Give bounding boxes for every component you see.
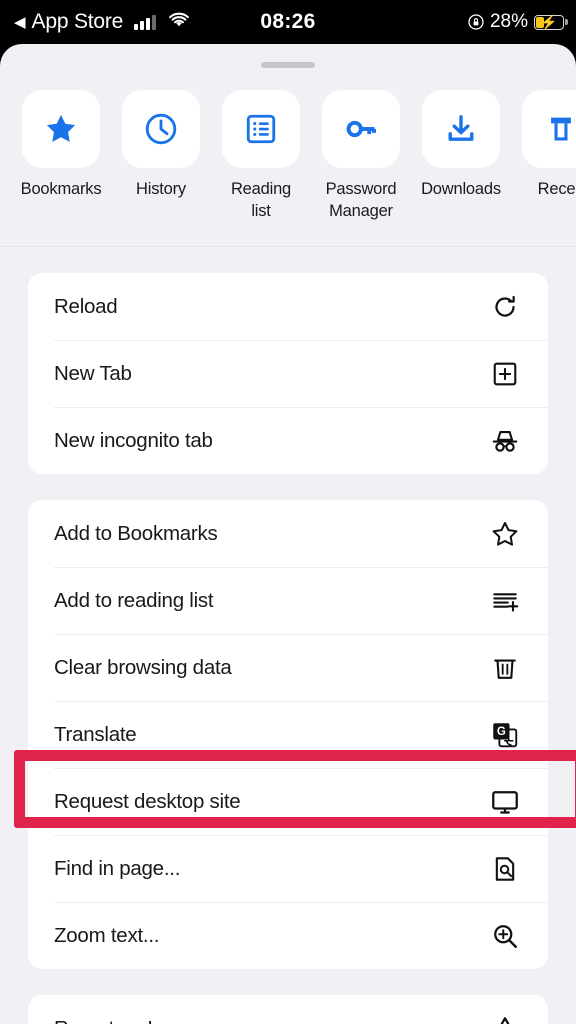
add-to-list-icon bbox=[488, 584, 522, 618]
shortcut-history[interactable]: History bbox=[122, 90, 200, 201]
shortcut-password-manager[interactable]: Password Manager bbox=[322, 90, 400, 223]
zoom-in-icon bbox=[488, 919, 522, 953]
clock-icon bbox=[122, 90, 200, 168]
find-in-page-icon bbox=[488, 852, 522, 886]
svg-text:G: G bbox=[497, 726, 506, 738]
menu-item-translate[interactable]: Translate G bbox=[28, 701, 548, 768]
menu-group-2: Add to Bookmarks Add to reading list Cle… bbox=[28, 500, 548, 969]
shortcut-label: Password Manager bbox=[325, 180, 397, 220]
menu-item-new-tab[interactable]: New Tab bbox=[28, 340, 548, 407]
section-divider bbox=[0, 246, 576, 247]
list-square-icon bbox=[222, 90, 300, 168]
menu-list: Reload New Tab New incognito tab Add to … bbox=[0, 273, 576, 1024]
menu-item-label: Report an Issue bbox=[54, 1017, 195, 1024]
menu-item-report-an-issue[interactable]: Report an Issue MySchoolGist.Com bbox=[28, 995, 548, 1024]
shortcut-label: Downloads bbox=[421, 180, 501, 198]
menu-item-label: New Tab bbox=[54, 361, 132, 385]
menu-item-new-incognito-tab[interactable]: New incognito tab bbox=[28, 407, 548, 474]
menu-item-find-in-page[interactable]: Find in page... bbox=[28, 835, 548, 902]
shortcut-label: History bbox=[136, 180, 186, 198]
shortcut-label: Recen bbox=[537, 180, 576, 198]
reload-icon bbox=[488, 290, 522, 324]
menu-item-label: Clear browsing data bbox=[54, 655, 232, 679]
menu-item-label: Translate bbox=[54, 722, 137, 746]
menu-item-zoom-text[interactable]: Zoom text... bbox=[28, 902, 548, 969]
shortcut-bookmarks[interactable]: Bookmarks bbox=[20, 90, 102, 201]
menu-item-label: Add to reading list bbox=[54, 588, 214, 612]
key-icon bbox=[322, 90, 400, 168]
shortcut-row: Bookmarks History Reading list Password … bbox=[0, 68, 576, 246]
menu-item-label: New incognito tab bbox=[54, 428, 213, 452]
menu-item-label: Find in page... bbox=[54, 856, 181, 880]
menu-group-1: Reload New Tab New incognito tab bbox=[28, 273, 548, 474]
menu-item-label: Reload bbox=[54, 294, 118, 318]
translate-icon: G bbox=[488, 718, 522, 752]
menu-group-3: Report an Issue MySchoolGist.Com bbox=[28, 995, 548, 1024]
shortcut-downloads[interactable]: Downloads bbox=[421, 90, 501, 201]
menu-item-label: Add to Bookmarks bbox=[54, 521, 218, 545]
status-bar-right: 28% ⚡ bbox=[468, 11, 576, 33]
trash-icon bbox=[488, 651, 522, 685]
menu-item-label: Zoom text... bbox=[54, 923, 160, 947]
warning-triangle-icon bbox=[488, 1012, 522, 1024]
shortcut-recent-tabs[interactable]: Recen bbox=[522, 90, 576, 201]
download-icon bbox=[422, 90, 500, 168]
rotation-lock-icon bbox=[468, 14, 484, 30]
menu-item-label-wrap: Report an Issue MySchoolGist.Com bbox=[54, 1017, 488, 1024]
recent-tabs-icon bbox=[522, 90, 576, 168]
shortcut-reading-list[interactable]: Reading list bbox=[222, 90, 300, 223]
shortcut-label: Reading list bbox=[230, 180, 292, 220]
menu-item-clear-browsing-data[interactable]: Clear browsing data bbox=[28, 634, 548, 701]
menu-item-request-desktop-site[interactable]: Request desktop site bbox=[28, 768, 548, 835]
menu-item-label: Request desktop site bbox=[54, 789, 241, 813]
star-outline-icon bbox=[488, 517, 522, 551]
shortcut-label: Bookmarks bbox=[20, 180, 102, 198]
menu-item-add-to-bookmarks[interactable]: Add to Bookmarks bbox=[28, 500, 548, 567]
star-filled-icon bbox=[22, 90, 100, 168]
battery-charging-icon: ⚡ bbox=[534, 14, 568, 30]
desktop-monitor-icon bbox=[488, 785, 522, 819]
menu-item-add-to-reading-list[interactable]: Add to reading list bbox=[28, 567, 548, 634]
menu-item-reload[interactable]: Reload bbox=[28, 273, 548, 340]
incognito-icon bbox=[488, 424, 522, 458]
new-tab-icon bbox=[488, 357, 522, 391]
browser-menu-sheet: Bookmarks History Reading list Password … bbox=[0, 44, 576, 1024]
battery-percent-label: 28% bbox=[489, 11, 528, 32]
status-bar: ◀ App Store 08:26 28% ⚡ bbox=[0, 0, 576, 44]
